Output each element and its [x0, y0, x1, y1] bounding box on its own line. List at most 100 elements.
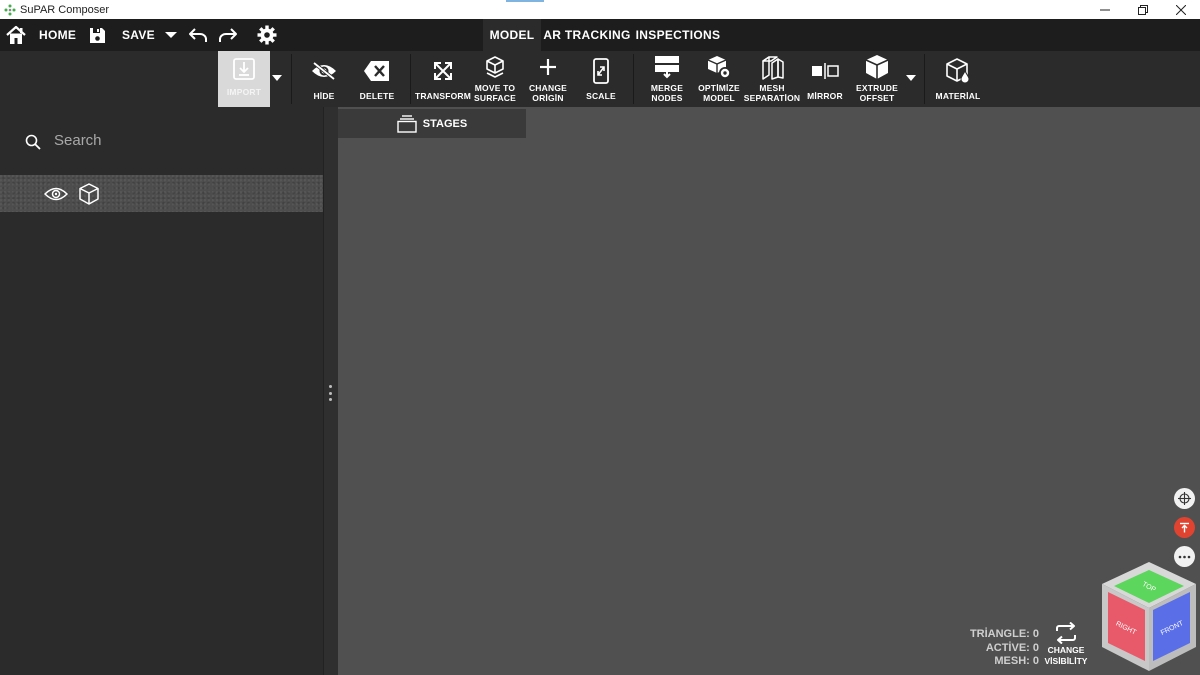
cube-node-icon: [79, 183, 99, 205]
backspace-delete-icon: [364, 61, 389, 81]
move-to-surface-label-line2: SURFACE: [473, 93, 517, 103]
ribbon-divider: [410, 54, 411, 104]
move-to-surface-label-line1: MOVE TO: [474, 83, 516, 93]
change-origin-button[interactable]: CHANGE ORİGİN: [527, 51, 569, 107]
floppy-disk-icon: [90, 27, 105, 43]
material-cube-icon: [946, 58, 970, 84]
move-to-surface-button[interactable]: MOVE TO SURFACE: [473, 51, 517, 107]
ribbon-divider: [924, 54, 925, 104]
material-button[interactable]: MATERİAL: [932, 51, 984, 107]
optimize-model-label-line2: MODEL: [703, 93, 735, 103]
save-label: SAVE: [122, 28, 155, 42]
scene-hierarchy-panel: [0, 107, 323, 675]
restore-button[interactable]: [1124, 0, 1162, 19]
swap-arrows-icon: [1056, 622, 1076, 644]
eye-slash-icon: [312, 61, 336, 81]
3d-viewport[interactable]: [338, 107, 1200, 675]
minimize-icon: [1100, 9, 1110, 10]
import-icon: [233, 58, 255, 80]
import-button[interactable]: IMPORT: [218, 51, 270, 107]
scale-button[interactable]: SCALE: [582, 51, 620, 107]
hide-label: HİDE: [313, 91, 335, 101]
ribbon-divider: [291, 54, 292, 104]
title-accent-strip: [506, 0, 544, 2]
home-label: HOME: [39, 28, 77, 42]
search-icon: [25, 134, 41, 150]
extrude-dropdown-chevron-icon[interactable]: [906, 75, 916, 81]
active-count: ACTİVE: 0: [985, 641, 1039, 654]
tab-inspections[interactable]: INSPECTIONS: [633, 19, 723, 51]
resize-grip-icon: [329, 385, 332, 401]
align-top-icon: [1180, 522, 1189, 533]
mesh-count: MESH: 0: [994, 655, 1039, 667]
hide-button[interactable]: HİDE: [304, 51, 344, 107]
app-logo-icon: [4, 4, 16, 15]
snap-target-button[interactable]: [1174, 488, 1195, 509]
ribbon-divider: [633, 54, 634, 104]
merge-nodes-button[interactable]: MERGE NODES: [645, 51, 689, 107]
mirror-icon: [812, 63, 839, 79]
navigation-view-cube[interactable]: TOP RIGHT FRONT: [1098, 558, 1200, 675]
undo-icon: [189, 28, 207, 42]
model-ribbon-toolbar: IMPORT HİDE DELETE TRANSFORM MOVE TO SUR…: [0, 51, 1200, 107]
search-input[interactable]: [54, 128, 304, 152]
close-button[interactable]: [1162, 0, 1200, 19]
merge-nodes-icon: [655, 56, 679, 79]
home-icon: [6, 25, 26, 44]
scene-stats: TRİANGLE: 0 ACTİVE: 0 MESH: 0: [970, 628, 1039, 669]
close-icon: [1176, 4, 1186, 15]
transform-button[interactable]: TRANSFORM: [415, 51, 471, 107]
minimize-button[interactable]: [1086, 0, 1124, 19]
import-label: IMPORT: [226, 87, 262, 97]
triangle-count: TRİANGLE: 0: [969, 628, 1039, 640]
window-title: SuPAR Composer: [20, 3, 110, 16]
extrude-offset-label-line1: EXTRUDE: [855, 83, 899, 93]
plus-icon: [540, 59, 556, 75]
mesh-separation-label-line1: MESH: [759, 83, 785, 93]
change-origin-label-line2: ORİGİN: [532, 93, 564, 103]
save-icon-button[interactable]: [89, 19, 106, 51]
delete-button[interactable]: DELETE: [355, 51, 399, 107]
optimize-model-label-line1: OPTİMİZE: [698, 83, 740, 93]
mirror-button[interactable]: MİRROR: [805, 51, 845, 107]
undo-button[interactable]: [188, 19, 208, 51]
import-dropdown-chevron-icon[interactable]: [272, 75, 282, 81]
mesh-separation-button[interactable]: MESH SEPARATİON: [743, 51, 801, 107]
merge-nodes-label-line2: NODES: [651, 93, 683, 103]
mirror-label: MİRROR: [807, 91, 843, 101]
scale-phone-icon: [593, 58, 609, 84]
tree-node-row[interactable]: [0, 175, 323, 212]
restore-icon: [1138, 4, 1148, 15]
change-visibility-button[interactable]: CHANGE VİSİBİLİTY: [1044, 622, 1088, 672]
redo-button[interactable]: [218, 19, 238, 51]
crosshair-icon: [1178, 492, 1191, 505]
tab-model[interactable]: MODEL: [483, 19, 541, 51]
gear-icon: [257, 25, 277, 45]
change-origin-label-line1: CHANGE: [528, 83, 568, 93]
change-visibility-label-line1: CHANGE: [1047, 645, 1085, 655]
material-label: MATERİAL: [935, 91, 981, 101]
stages-layers-icon: [397, 114, 417, 133]
scale-label: SCALE: [586, 91, 616, 101]
save-button[interactable]: SAVE: [122, 19, 177, 51]
merge-nodes-label-line1: MERGE: [650, 83, 684, 93]
chevron-down-icon: [165, 32, 177, 38]
align-top-button[interactable]: [1174, 517, 1195, 538]
settings-button[interactable]: [257, 19, 277, 51]
home-button[interactable]: HOME: [5, 19, 76, 51]
window-title-bar: SuPAR Composer: [0, 0, 1200, 19]
optimize-model-button[interactable]: OPTİMİZE MODEL: [697, 51, 741, 107]
extrude-offset-label-line2: OFFSET: [859, 93, 895, 103]
stages-tab[interactable]: STAGES: [338, 109, 526, 138]
mesh-separation-icon: [762, 56, 784, 80]
visibility-eye-icon[interactable]: [44, 186, 68, 202]
tab-ar-tracking[interactable]: AR TRACKING: [543, 19, 631, 51]
redo-icon: [219, 28, 237, 42]
stages-label: STAGES: [422, 117, 468, 130]
extrude-offset-button[interactable]: EXTRUDE OFFSET: [855, 51, 899, 107]
search-bar: [0, 123, 323, 157]
mesh-separation-label-line2: SEPARATİON: [743, 93, 801, 103]
solid-cube-icon: [865, 55, 889, 79]
cube-gear-icon: [707, 56, 731, 79]
expand-arrows-icon: [434, 62, 452, 80]
